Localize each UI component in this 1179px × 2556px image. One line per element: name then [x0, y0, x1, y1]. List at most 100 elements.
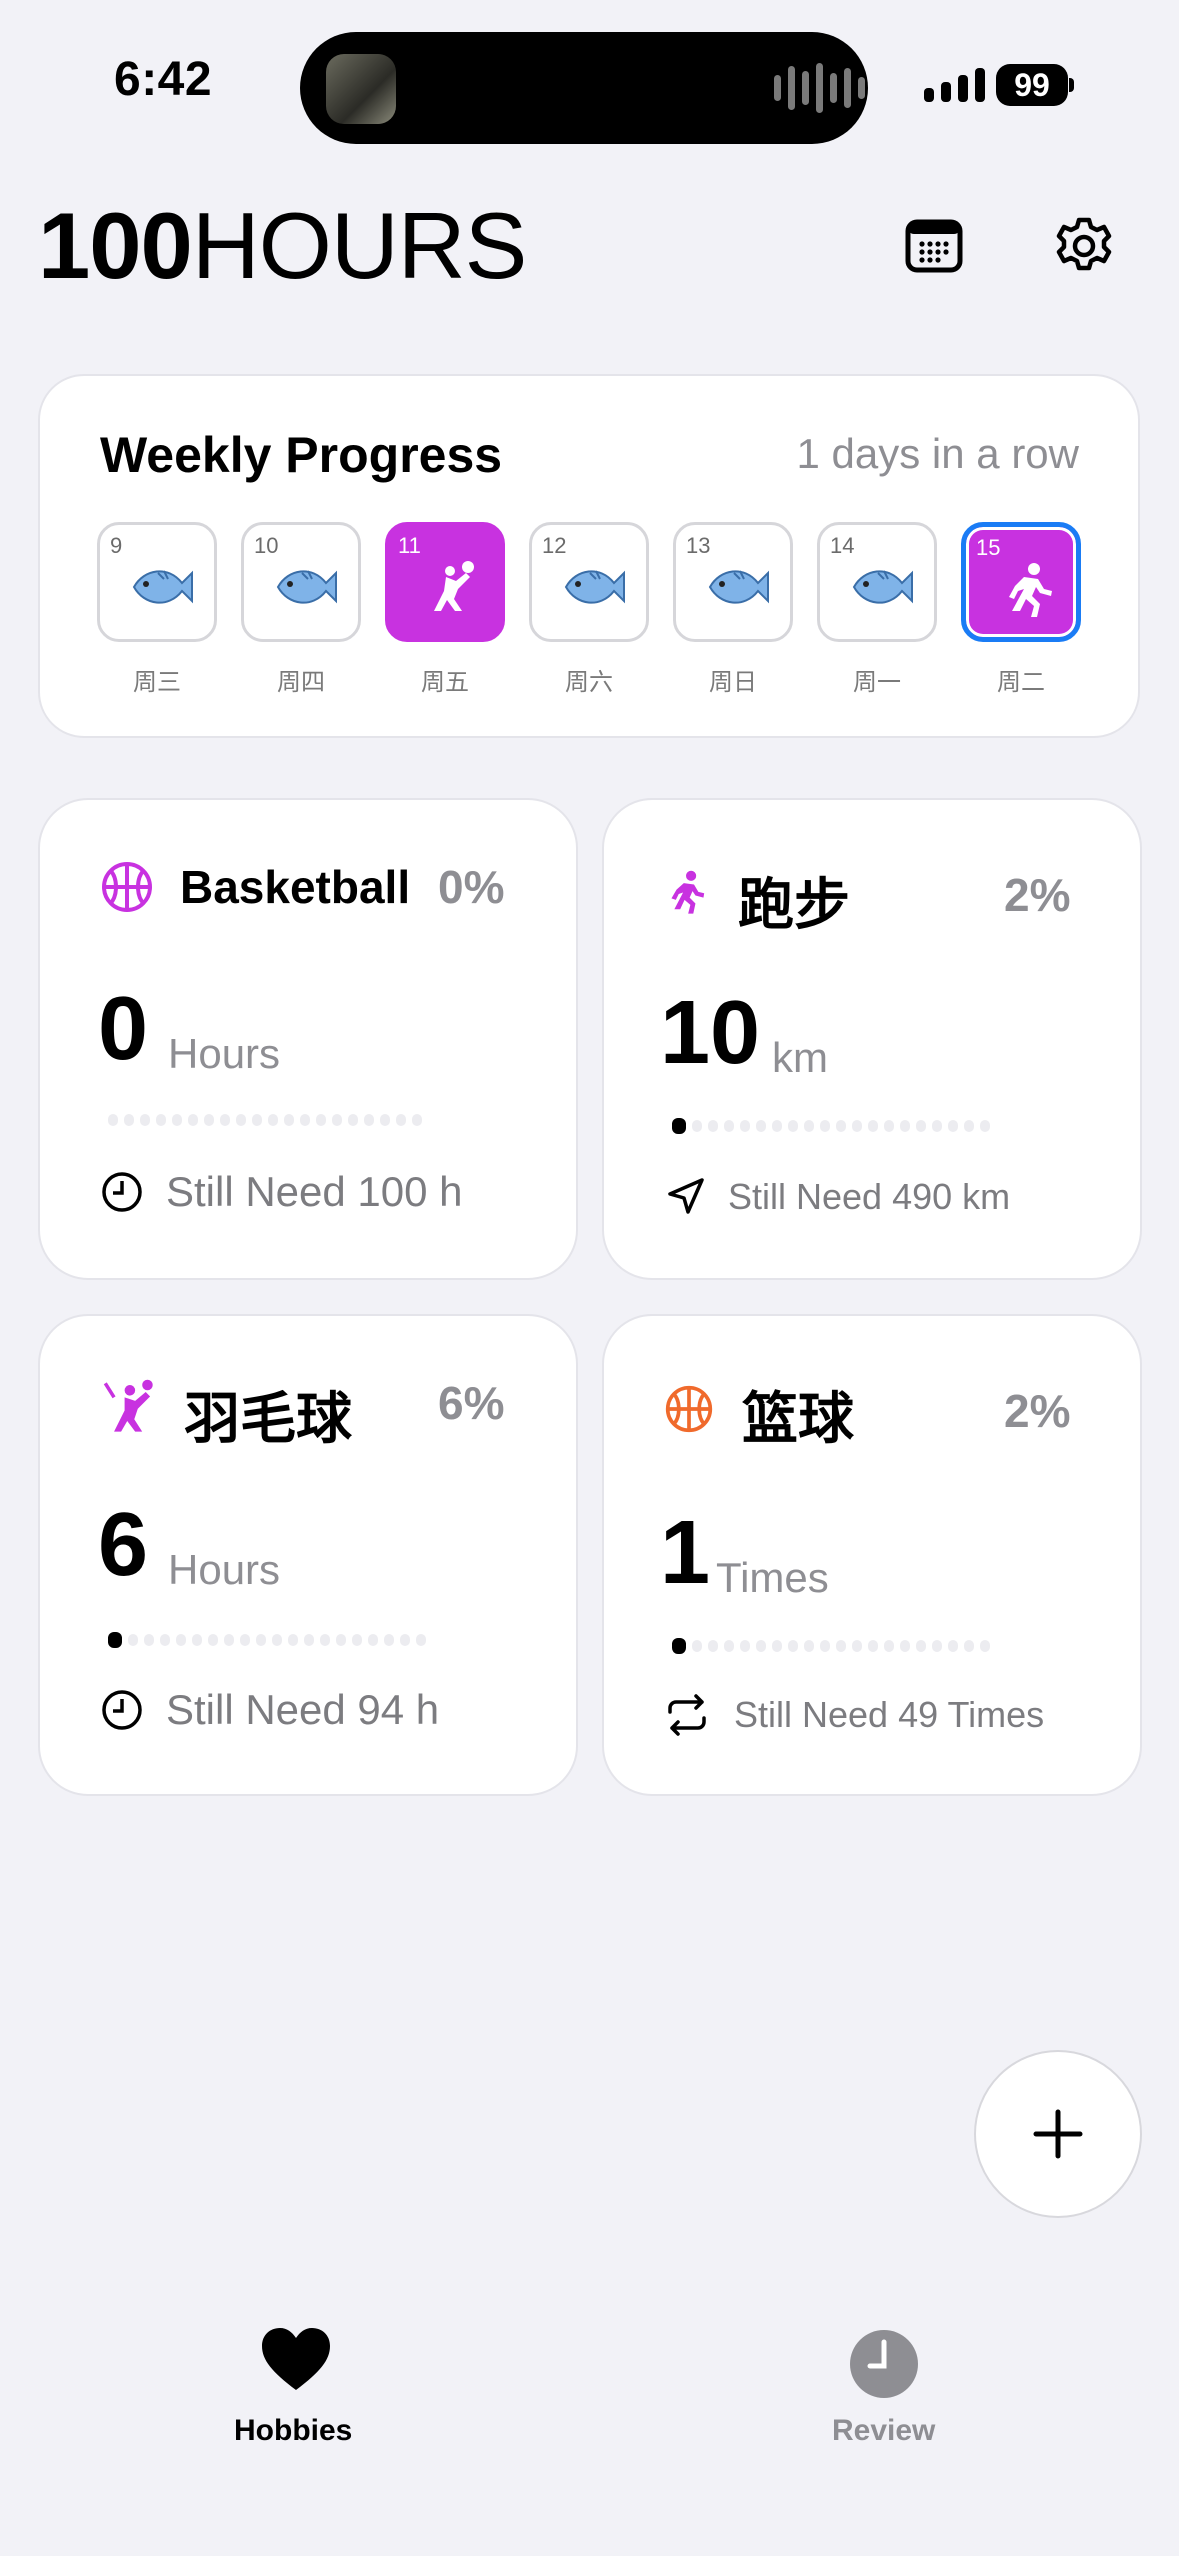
fish-icon	[852, 570, 913, 604]
day-cell[interactable]: 9	[97, 522, 217, 642]
clock-icon	[850, 2330, 918, 2398]
progress-dot	[272, 1634, 282, 1646]
progress-dots	[672, 1638, 990, 1654]
clock-icon	[102, 1172, 142, 1212]
progress-dot	[948, 1120, 958, 1132]
progress-dot	[316, 1114, 326, 1126]
now-playing-artwork[interactable]	[326, 54, 396, 124]
hobby-name: 篮球	[742, 1387, 854, 1450]
progress-dot	[192, 1634, 202, 1646]
streak-label: 1 days in a row	[796, 430, 1079, 477]
progress-dot	[412, 1114, 422, 1126]
calendar-icon[interactable]	[902, 214, 966, 278]
fish-icon	[564, 570, 625, 604]
progress-dot	[396, 1114, 406, 1126]
progress-dot	[240, 1634, 250, 1646]
runner-icon	[1009, 563, 1052, 617]
weekday-label: 周五	[421, 669, 469, 696]
progress-dot	[236, 1114, 246, 1126]
weekly-progress-title: Weekly Progress	[100, 427, 503, 483]
progress-dot	[852, 1120, 862, 1132]
progress-dot	[724, 1120, 734, 1132]
progress-dot	[288, 1634, 298, 1646]
basketball-icon	[102, 862, 152, 912]
progress-dot	[284, 1114, 294, 1126]
progress-dot	[172, 1114, 182, 1126]
progress-dot	[108, 1114, 118, 1126]
badminton-player-icon	[103, 1379, 153, 1432]
progress-dot	[724, 1640, 734, 1652]
hobby-name: 跑步	[738, 873, 850, 936]
progress-dot	[964, 1120, 974, 1132]
tab-hobbies[interactable]: Hobbies	[220, 2310, 370, 2460]
progress-dot	[380, 1114, 390, 1126]
tab-review-label: Review	[832, 2414, 936, 2447]
app-title-word: HOURS	[191, 193, 527, 298]
day-number: 10	[254, 533, 279, 558]
day-cell[interactable]: 13	[673, 522, 793, 642]
progress-dot	[320, 1634, 330, 1646]
progress-dot	[692, 1640, 702, 1652]
volleyball-player-icon	[434, 561, 474, 611]
weekday-label: 周六	[565, 669, 613, 696]
hobby-value: 0	[98, 979, 149, 1079]
progress-dot	[756, 1120, 766, 1132]
location-arrow-icon	[668, 1178, 704, 1214]
progress-dot	[156, 1114, 166, 1126]
weekday-label: 周三	[133, 669, 181, 696]
tab-hobbies-label: Hobbies	[234, 2414, 353, 2447]
progress-dot	[740, 1640, 750, 1652]
progress-dot	[932, 1120, 942, 1132]
progress-dot	[144, 1634, 154, 1646]
gear-icon[interactable]	[1052, 214, 1116, 278]
progress-dot	[964, 1640, 974, 1652]
progress-dot	[804, 1640, 814, 1652]
progress-dot	[252, 1114, 262, 1126]
progress-dot	[268, 1114, 278, 1126]
hobby-name: 羽毛球	[184, 1387, 352, 1450]
add-hobby-button[interactable]	[974, 2050, 1142, 2218]
hobby-unit: km	[772, 1034, 828, 1081]
app-title: 100HOURS	[38, 193, 527, 298]
progress-dot	[352, 1634, 362, 1646]
progress-dot	[948, 1640, 958, 1652]
day-cell[interactable]: 12	[529, 522, 649, 642]
day-cell[interactable]: 10	[241, 522, 361, 642]
hobby-remaining: Still Need 490 km	[728, 1176, 1011, 1217]
progress-dot	[740, 1120, 750, 1132]
day-cell[interactable]: 14	[817, 522, 937, 642]
tab-review[interactable]: Review	[808, 2310, 958, 2460]
clock-icon	[102, 1690, 142, 1730]
hobby-percent: 0%	[438, 861, 505, 913]
audio-waveform-icon	[774, 62, 865, 114]
progress-dot	[140, 1114, 150, 1126]
hobby-value: 1	[660, 1503, 711, 1603]
day-number: 13	[686, 533, 711, 558]
progress-dot	[176, 1634, 186, 1646]
battery-level: 99	[1014, 66, 1050, 103]
progress-dot	[304, 1634, 314, 1646]
hobby-value: 6	[98, 1495, 149, 1595]
hobby-remaining: Still Need 49 Times	[734, 1694, 1045, 1735]
day-number: 14	[830, 533, 855, 558]
progress-dot	[416, 1634, 426, 1646]
fish-icon	[276, 570, 337, 604]
progress-dot	[820, 1640, 830, 1652]
hobby-remaining: Still Need 100 h	[166, 1168, 463, 1215]
progress-dot	[868, 1120, 878, 1132]
day-cell-today[interactable]: 15	[961, 522, 1081, 642]
hobby-name: Basketball	[180, 861, 411, 913]
fish-icon	[708, 570, 769, 604]
progress-dot	[332, 1114, 342, 1126]
progress-dot	[836, 1640, 846, 1652]
progress-dot	[128, 1634, 138, 1646]
day-cell-active[interactable]: 11	[385, 522, 505, 642]
repeat-icon	[668, 1694, 706, 1736]
day-number: 15	[976, 535, 1001, 560]
progress-dot	[772, 1120, 782, 1132]
progress-dot	[772, 1640, 782, 1652]
cellular-signal-icon	[924, 68, 985, 102]
day-number: 9	[110, 533, 123, 558]
progress-dot	[900, 1640, 910, 1652]
progress-dot	[980, 1120, 990, 1132]
